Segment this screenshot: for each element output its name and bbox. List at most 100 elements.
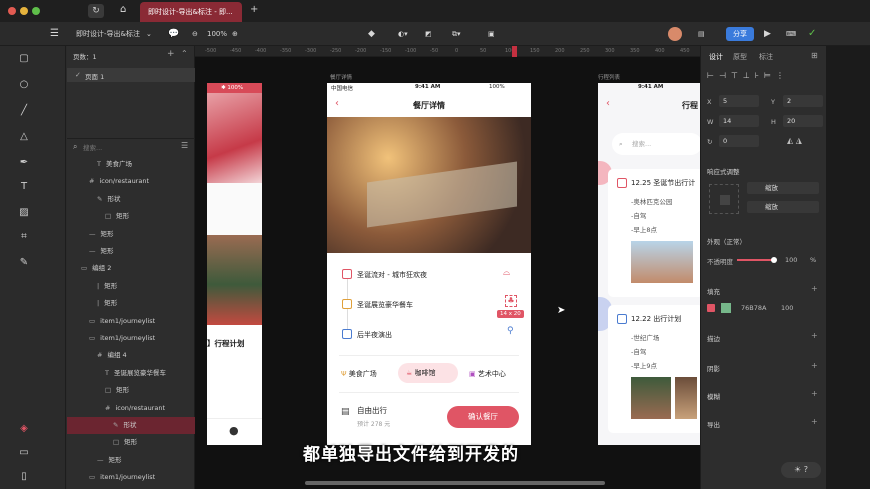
layer-item[interactable]: T 美食广场	[67, 156, 195, 173]
layers-icon[interactable]: ◈	[17, 422, 31, 436]
mask-icon[interactable]: ◩	[425, 22, 432, 46]
item-checkbox[interactable]	[342, 329, 352, 339]
library-icon[interactable]: ▤	[698, 22, 705, 46]
frame-tool-icon[interactable]: ▢	[17, 52, 31, 66]
add-export-icon[interactable]: +	[811, 417, 818, 426]
fill-swatch[interactable]	[721, 303, 731, 313]
layer-item[interactable]: | 矩形	[67, 278, 195, 295]
union-icon[interactable]: ⧉▾	[452, 22, 461, 46]
width-field[interactable]: 14	[719, 115, 759, 127]
tab-design[interactable]: 设计	[709, 52, 723, 62]
layer-item[interactable]: □ 矩形	[67, 382, 195, 399]
rotation-field[interactable]: 0	[719, 135, 759, 147]
text-tool-icon[interactable]: T	[17, 180, 31, 194]
triangle-tool-icon[interactable]: △	[17, 130, 31, 144]
item-checkbox[interactable]	[342, 299, 352, 309]
pen-tool-icon[interactable]: ✒	[17, 156, 31, 170]
panel-settings-icon[interactable]: ⊞	[811, 51, 818, 60]
layer-item[interactable]: ✎ 形状	[67, 191, 195, 208]
chevron-down-icon[interactable]: ⌄	[146, 22, 152, 46]
history-icon[interactable]: ▯	[17, 470, 31, 484]
opacity-slider-handle[interactable]	[771, 257, 777, 263]
layer-item[interactable]: □ 矩形	[67, 208, 195, 225]
opacity-slider[interactable]	[737, 259, 773, 261]
x-field[interactable]: 5	[719, 95, 759, 107]
item-checkbox[interactable]	[342, 269, 352, 279]
reload-icon[interactable]: ↻	[88, 4, 104, 18]
add-shadow-icon[interactable]: +	[811, 361, 818, 370]
image-tool-icon[interactable]: ▨	[17, 206, 31, 220]
trip-checkbox-1[interactable]	[617, 178, 627, 188]
play-icon[interactable]: ▶	[764, 22, 771, 46]
vertical-constraint[interactable]: 缩放	[747, 201, 819, 213]
layer-item[interactable]: □ 矩形	[67, 434, 195, 451]
layer-item[interactable]: ▭ item1/journeylist	[67, 469, 195, 486]
constraint-widget[interactable]	[709, 184, 739, 214]
tab-annotation[interactable]: 标注	[759, 52, 773, 62]
check-circle-icon[interactable]: ✓	[808, 22, 816, 46]
layer-item[interactable]: — 矩形	[67, 243, 195, 260]
new-tab-button[interactable]: +	[250, 4, 258, 15]
fill-visible-checkbox[interactable]	[707, 304, 715, 312]
layer-item[interactable]: T 圣诞展览豪华餐车	[67, 365, 195, 382]
line-tool-icon[interactable]: ╱	[17, 104, 31, 118]
layer-item[interactable]: ▭ 编组 2	[67, 260, 195, 277]
trip-card-2[interactable]: 12.22 出行计划 -世纪广场 -自驾 -早上9点	[608, 305, 700, 433]
canvas[interactable]: ✱ 100% 】行程计划 ● 餐厅详情 行程列表 中国电信 9:41 AM 10…	[195, 57, 700, 489]
collapse-pages-icon[interactable]: ⌃	[181, 49, 188, 58]
close-window-button[interactable]	[8, 7, 16, 15]
code-icon[interactable]: ⌨	[786, 22, 796, 46]
tab-prototype[interactable]: 原型	[733, 52, 747, 62]
brush-tool-icon[interactable]: ✎	[17, 256, 31, 270]
assets-icon[interactable]: ▭	[17, 446, 31, 460]
share-button[interactable]: 分享	[726, 27, 754, 41]
zoom-level[interactable]: 100%	[207, 22, 227, 46]
ellipse-tool-icon[interactable]: ○	[17, 78, 31, 92]
add-fill-icon[interactable]: +	[811, 284, 818, 293]
filter-icon[interactable]: ☰	[181, 141, 188, 150]
frame-icon[interactable]: ▣	[488, 22, 495, 46]
confirm-restaurant-button[interactable]: 确认餐厅	[447, 406, 519, 428]
layer-item[interactable]: # icon/restaurant	[67, 400, 195, 417]
user-icon[interactable]: ●	[229, 424, 239, 437]
appearance-title[interactable]: 外观（正常）	[707, 236, 746, 246]
y-field[interactable]: 2	[783, 95, 823, 107]
horizontal-scrollbar[interactable]	[305, 481, 605, 485]
align-icons[interactable]: ⊢⊣⊤⊥⊦⊨⋮	[707, 71, 789, 80]
horizontal-constraint[interactable]: 缩放	[747, 182, 819, 194]
layer-search[interactable]: ⌕ 搜索... ☰	[67, 138, 195, 152]
page-item-1[interactable]: ✓ 页面 1	[67, 68, 195, 82]
gift-icon[interactable]: ♣	[505, 295, 517, 307]
trip-card-1[interactable]: 12.25 圣诞节出行计 -奥林匹克公园 -自驾 -早上8点	[608, 169, 700, 297]
layer-item[interactable]: ✎ 形状	[67, 417, 195, 434]
menu-icon[interactable]: ☰	[50, 22, 59, 46]
tab-art-center[interactable]: ▣ 艺术中心	[469, 369, 506, 379]
add-blur-icon[interactable]: +	[811, 389, 818, 398]
home-icon[interactable]: ⌂	[120, 4, 126, 15]
layer-item[interactable]: ▭ item1/journeylist	[67, 330, 195, 347]
add-page-icon[interactable]: +	[167, 49, 175, 59]
right-search[interactable]: ⌕ 搜索...	[612, 133, 700, 155]
layer-item[interactable]: # 编组 4	[67, 347, 195, 364]
layer-item[interactable]: — 矩形	[67, 226, 195, 243]
boolean-icon[interactable]: ◐▾	[398, 22, 408, 46]
height-field[interactable]: 20	[783, 115, 823, 127]
tab-cafe[interactable]: ☕ 咖啡馆	[398, 363, 458, 383]
comment-icon[interactable]: 💬	[168, 22, 179, 46]
minimize-window-button[interactable]	[20, 7, 28, 15]
layer-item[interactable]: ▭ item1/journeylist	[67, 313, 195, 330]
fill-percent[interactable]: 100	[781, 304, 793, 312]
help-theme-toggle[interactable]: ☀ ?	[781, 462, 821, 478]
document-tab[interactable]: 即时设计-导出&标注 - 即...	[140, 2, 242, 22]
layer-item[interactable]: | 矩形	[67, 295, 195, 312]
tab-food-court[interactable]: Ψ 美食广场	[341, 369, 377, 379]
avatar[interactable]	[668, 27, 682, 41]
layer-item[interactable]: — 矩形	[67, 452, 195, 469]
flip-icons[interactable]: ◭ ◮	[787, 136, 802, 145]
layer-item[interactable]: # icon/restaurant	[67, 173, 195, 190]
zoom-in-icon[interactable]: ⊕	[232, 22, 238, 46]
maximize-window-button[interactable]	[32, 7, 40, 15]
right-back-icon[interactable]: ‹	[606, 98, 610, 109]
zoom-out-icon[interactable]: ⊖	[192, 22, 198, 46]
phone-frame-right[interactable]: 9:41 AM ‹ 行程 ⌕ 搜索... 12.25 圣诞节出行计 -奥林匹克公园…	[598, 83, 700, 445]
